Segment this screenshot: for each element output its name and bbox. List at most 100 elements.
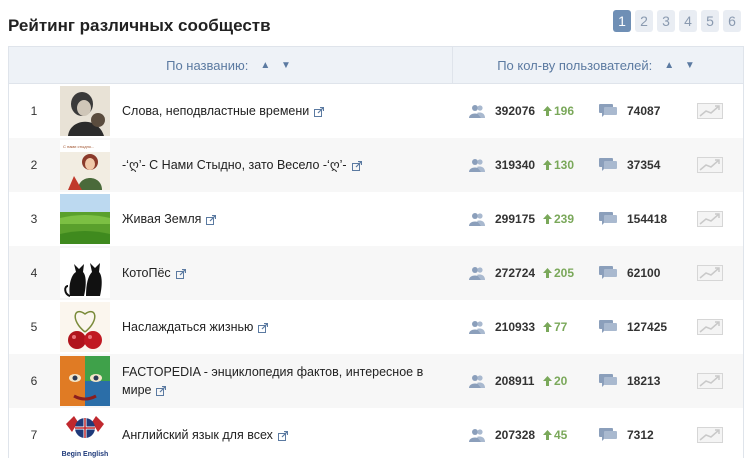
community-name-link[interactable]: Слова, неподвластные времени — [122, 104, 309, 118]
stats-cell: 208911 20 18213 — [469, 354, 723, 408]
stats-cell: 210933 77 127425 — [469, 300, 723, 354]
users-icon — [469, 375, 485, 388]
post-count: 74087 — [627, 104, 661, 118]
users-icon — [469, 267, 485, 280]
sort-by-users-header[interactable]: По кол-ву пользователей: ▲ ▼ — [453, 47, 743, 83]
growth-value: 196 — [554, 104, 575, 118]
posts-icon — [599, 320, 617, 333]
table-row: 7 Begin English Английский язык для всех… — [9, 408, 743, 458]
thumbnail-caption: Begin English — [62, 451, 109, 458]
community-name-link-line2[interactable]: мире — [122, 383, 151, 397]
external-link-icon[interactable] — [258, 322, 269, 333]
growth-arrow-icon — [543, 106, 552, 116]
user-count: 208911 — [495, 374, 535, 388]
users-icon — [469, 105, 485, 118]
rank-number: 5 — [30, 320, 38, 334]
rank-number: 6 — [30, 374, 38, 388]
stats-chart-icon[interactable] — [697, 103, 723, 119]
growth-arrow-icon — [543, 430, 552, 440]
stats-chart-icon[interactable] — [697, 265, 723, 281]
community-thumbnail[interactable] — [60, 302, 110, 352]
pagination: 1 2 3 4 5 6 — [613, 10, 741, 32]
community-thumbnail[interactable] — [60, 194, 110, 244]
user-count: 272724 — [495, 266, 536, 280]
sort-arrows-icon[interactable]: ▲ ▼ — [664, 60, 699, 71]
community-name-cell: Английский язык для всех — [122, 426, 448, 444]
growth-arrow-icon — [543, 376, 552, 386]
growth-value: 77 — [554, 320, 568, 334]
growth-arrow-icon — [543, 322, 552, 332]
growth-arrow-icon — [543, 214, 552, 224]
community-thumbnail[interactable] — [60, 356, 110, 406]
growth-value: 130 — [554, 158, 575, 172]
post-count: 37354 — [627, 158, 661, 172]
post-count: 62100 — [627, 266, 661, 280]
growth-value: 239 — [554, 212, 575, 226]
table-row: 6 FACTOPEDIA - энциклопедия фактов, инте… — [9, 354, 743, 408]
stats-chart-icon[interactable] — [697, 319, 723, 335]
external-link-icon[interactable] — [351, 160, 362, 171]
page-button-4[interactable]: 4 — [679, 10, 697, 32]
external-link-icon[interactable] — [314, 106, 325, 117]
growth-value: 205 — [554, 266, 575, 280]
external-link-icon[interactable] — [206, 214, 217, 225]
table-row: 2 С нами стыдно... -‘ღ’- С Нами Стыдно, … — [9, 138, 743, 192]
table-header: По названию: ▲ ▼ По кол-ву пользователей… — [9, 47, 743, 84]
community-thumbnail[interactable]: Begin English — [60, 410, 110, 458]
posts-icon — [599, 428, 617, 441]
external-link-icon[interactable] — [156, 385, 167, 396]
community-name-link[interactable]: КотоПёс — [122, 266, 171, 280]
post-count: 127425 — [627, 320, 668, 334]
users-icon — [469, 213, 485, 226]
community-thumbnail[interactable] — [60, 248, 110, 298]
external-link-icon[interactable] — [277, 430, 288, 441]
sort-by-name-label: По названию: — [166, 57, 249, 73]
community-thumbnail[interactable] — [60, 86, 110, 136]
sort-by-users-label: По кол-ву пользователей: — [497, 57, 653, 73]
stats-cell: 272724 205 62100 — [469, 246, 723, 300]
community-name-cell: Живая Земля — [122, 210, 448, 228]
stats-chart-icon[interactable] — [697, 427, 723, 443]
users-icon — [469, 159, 485, 172]
stats-chart-icon[interactable] — [697, 211, 723, 227]
external-link-icon[interactable] — [175, 268, 186, 279]
community-name-link[interactable]: FACTOPEDIA - энциклопедия фактов, интере… — [122, 365, 423, 379]
community-name-cell: КотоПёс — [122, 264, 448, 282]
community-name-cell: Наслаждаться жизнью — [122, 318, 448, 336]
user-count: 299175 — [495, 212, 536, 226]
stats-chart-icon[interactable] — [697, 373, 723, 389]
community-thumbnail[interactable]: С нами стыдно... — [60, 140, 110, 190]
user-growth: 45 — [543, 428, 599, 442]
svg-text:С нами стыдно...: С нами стыдно... — [63, 144, 94, 149]
table-row: 1 Слова, неподвластные времени 392076 19… — [9, 84, 743, 138]
page-button-2[interactable]: 2 — [635, 10, 653, 32]
table-row: 5 Наслаждаться жизнью 210933 77 127425 — [9, 300, 743, 354]
page-button-6[interactable]: 6 — [723, 10, 741, 32]
stats-cell: 299175 239 154418 — [469, 192, 723, 246]
stats-cell: 207328 45 7312 — [469, 408, 723, 458]
user-growth: 130 — [543, 158, 599, 172]
community-name-link[interactable]: Наслаждаться жизнью — [122, 320, 253, 334]
user-growth: 20 — [543, 374, 599, 388]
community-name-link[interactable]: Английский язык для всех — [122, 428, 273, 442]
growth-value: 45 — [554, 428, 568, 442]
posts-icon — [599, 104, 617, 117]
growth-value: 20 — [554, 374, 568, 388]
page-button-5[interactable]: 5 — [701, 10, 719, 32]
table-body: 1 Слова, неподвластные времени 392076 19… — [9, 84, 743, 458]
page-button-3[interactable]: 3 — [657, 10, 675, 32]
user-growth: 196 — [543, 104, 599, 118]
sort-arrows-icon[interactable]: ▲ ▼ — [260, 60, 295, 71]
growth-arrow-icon — [543, 268, 552, 278]
stats-chart-icon[interactable] — [697, 157, 723, 173]
page-button-1[interactable]: 1 — [613, 10, 631, 32]
rank-number: 7 — [30, 428, 38, 442]
growth-arrow-icon — [543, 160, 552, 170]
sort-by-name-header[interactable]: По названию: ▲ ▼ — [9, 47, 453, 83]
community-name-cell: -‘ღ’- С Нами Стыдно, зато Весело -‘ღ’- — [122, 156, 448, 174]
user-count: 319340 — [495, 158, 536, 172]
post-count: 7312 — [627, 428, 654, 442]
community-name-link[interactable]: Живая Земля — [122, 212, 201, 226]
community-name-link[interactable]: -‘ღ’- С Нами Стыдно, зато Весело -‘ღ’- — [122, 158, 347, 172]
rank-number: 2 — [30, 158, 38, 172]
